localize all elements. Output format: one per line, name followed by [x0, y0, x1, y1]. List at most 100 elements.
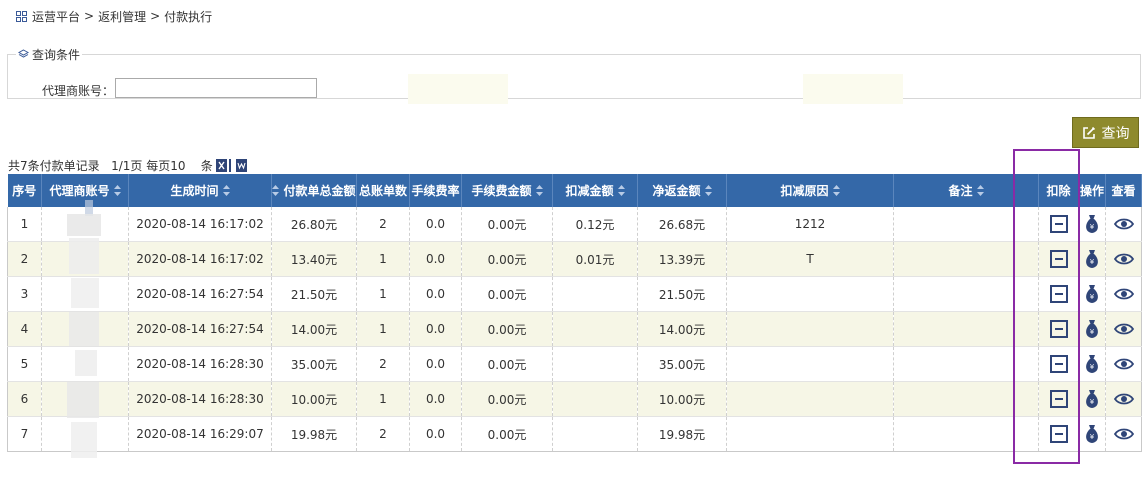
cell-bills: 2	[356, 346, 410, 382]
query-button-label: 查询	[1101, 125, 1130, 142]
svg-text:¥: ¥	[1090, 223, 1095, 231]
breadcrumb-section[interactable]: 返利管理	[98, 8, 146, 25]
cell-bills: 1	[356, 381, 410, 417]
cell-time: 2020-08-14 16:28:30	[128, 346, 272, 382]
cell-no: 5	[7, 346, 42, 382]
word-icon[interactable]	[235, 159, 247, 172]
cell-bills: 1	[356, 311, 410, 347]
sort-icon[interactable]	[704, 185, 712, 196]
sort-icon[interactable]	[832, 185, 840, 196]
cell-reason: T	[726, 241, 894, 277]
breadcrumb-home[interactable]: 运营平台	[32, 8, 80, 25]
minus-square-icon[interactable]	[1049, 320, 1068, 338]
money-bag-icon[interactable]: ¥	[1084, 249, 1100, 269]
table-row: 6 2020-08-14 16:28:30 10.00元 1 0.0 0.00元 10.00…	[7, 381, 1142, 417]
cell-total: 26.80元	[271, 207, 357, 242]
cell-time: 2020-08-14 16:29:07	[128, 416, 272, 452]
cell-operate: ¥	[1078, 241, 1106, 277]
cell-rate: 0.0	[409, 207, 462, 242]
col-header-agent[interactable]: 代理商账号	[41, 174, 129, 207]
query-legend-label: 查询条件	[32, 48, 81, 62]
breadcrumb-separator: >	[150, 9, 161, 23]
col-header-view: 查看	[1105, 174, 1142, 207]
cell-view	[1105, 311, 1142, 347]
cell-remark	[893, 381, 1039, 417]
sort-icon[interactable]	[222, 185, 230, 196]
cell-time: 2020-08-14 16:27:54	[128, 311, 272, 347]
eye-icon[interactable]	[1113, 252, 1134, 266]
money-bag-icon[interactable]: ¥	[1084, 319, 1100, 339]
query-button[interactable]: 查询	[1072, 117, 1139, 148]
table-row: 7 2020-08-14 16:29:07 19.98元 2 0.0 0.00元 19.98…	[7, 416, 1142, 452]
eye-icon[interactable]	[1113, 217, 1134, 231]
cell-time: 2020-08-14 16:28:30	[128, 381, 272, 417]
svg-text:¥: ¥	[1090, 258, 1095, 266]
sort-icon[interactable]	[272, 185, 280, 196]
cell-reason	[726, 381, 894, 417]
minus-square-icon[interactable]	[1049, 285, 1068, 303]
svg-text:¥: ¥	[1090, 328, 1095, 336]
sort-icon[interactable]	[535, 185, 543, 196]
sort-icon[interactable]	[617, 185, 625, 196]
money-bag-icon[interactable]: ¥	[1084, 424, 1100, 444]
money-bag-icon[interactable]: ¥	[1084, 214, 1100, 234]
minus-square-icon[interactable]	[1049, 355, 1068, 373]
cell-no: 7	[7, 416, 42, 452]
cell-deduct	[552, 276, 638, 312]
svg-text:¥: ¥	[1090, 398, 1095, 406]
col-header-remark[interactable]: 备注	[893, 174, 1039, 207]
cell-view	[1105, 276, 1142, 312]
money-bag-icon[interactable]: ¥	[1084, 389, 1100, 409]
cell-deduct-action	[1038, 276, 1079, 312]
cell-deduct-action	[1038, 381, 1079, 417]
money-bag-icon[interactable]: ¥	[1084, 354, 1100, 374]
cell-agent	[41, 311, 129, 347]
cell-no: 2	[7, 241, 42, 277]
cell-no: 4	[7, 311, 42, 347]
col-header-operate: 操作	[1078, 174, 1106, 207]
col-header-net[interactable]: 净返金额	[637, 174, 727, 207]
cell-rate: 0.0	[409, 346, 462, 382]
excel-icon[interactable]	[215, 159, 227, 172]
cell-deduct	[552, 416, 638, 452]
cell-deduct	[552, 381, 638, 417]
edit-icon	[1082, 126, 1095, 139]
agent-account-input[interactable]	[115, 78, 317, 98]
cell-no: 6	[7, 381, 42, 417]
eye-icon[interactable]	[1113, 392, 1134, 406]
col-header-time[interactable]: 生成时间	[128, 174, 272, 207]
cell-agent	[41, 346, 129, 382]
cell-bills: 2	[356, 416, 410, 452]
cell-net: 19.98元	[637, 416, 727, 452]
cell-deduct: 0.01元	[552, 241, 638, 277]
grid-icon	[16, 10, 27, 22]
col-header-bills: 总账单数	[356, 174, 410, 207]
table-row: 5 2020-08-14 16:28:30 35.00元 2 0.0 0.00元 35.00…	[7, 346, 1142, 382]
minus-square-icon[interactable]	[1049, 425, 1068, 443]
query-blank-cell	[803, 74, 903, 104]
eye-icon[interactable]	[1113, 357, 1134, 371]
minus-square-icon[interactable]	[1049, 215, 1068, 233]
money-bag-icon[interactable]: ¥	[1084, 284, 1100, 304]
col-header-deduct[interactable]: 扣减金额	[552, 174, 638, 207]
eye-icon[interactable]	[1113, 287, 1134, 301]
cell-total: 13.40元	[271, 241, 357, 277]
minus-square-icon[interactable]	[1049, 250, 1068, 268]
cell-deduct-action	[1038, 346, 1079, 382]
col-header-fee[interactable]: 手续费金额	[461, 174, 553, 207]
cell-view	[1105, 346, 1142, 382]
cell-bills: 1	[356, 241, 410, 277]
cell-view	[1105, 381, 1142, 417]
col-header-reason[interactable]: 扣减原因	[726, 174, 894, 207]
minus-square-icon[interactable]	[1049, 390, 1068, 408]
sort-icon[interactable]	[113, 185, 121, 196]
export-divider	[228, 159, 231, 172]
cell-no: 1	[7, 207, 42, 242]
sort-icon[interactable]	[976, 185, 984, 196]
col-header-fee-rate: 手续费率	[409, 174, 462, 207]
eye-icon[interactable]	[1113, 322, 1134, 336]
cell-time: 2020-08-14 16:17:02	[128, 241, 272, 277]
eye-icon[interactable]	[1113, 427, 1134, 441]
cell-rate: 0.0	[409, 276, 462, 312]
col-header-total[interactable]: 付款单总金额	[271, 174, 357, 207]
